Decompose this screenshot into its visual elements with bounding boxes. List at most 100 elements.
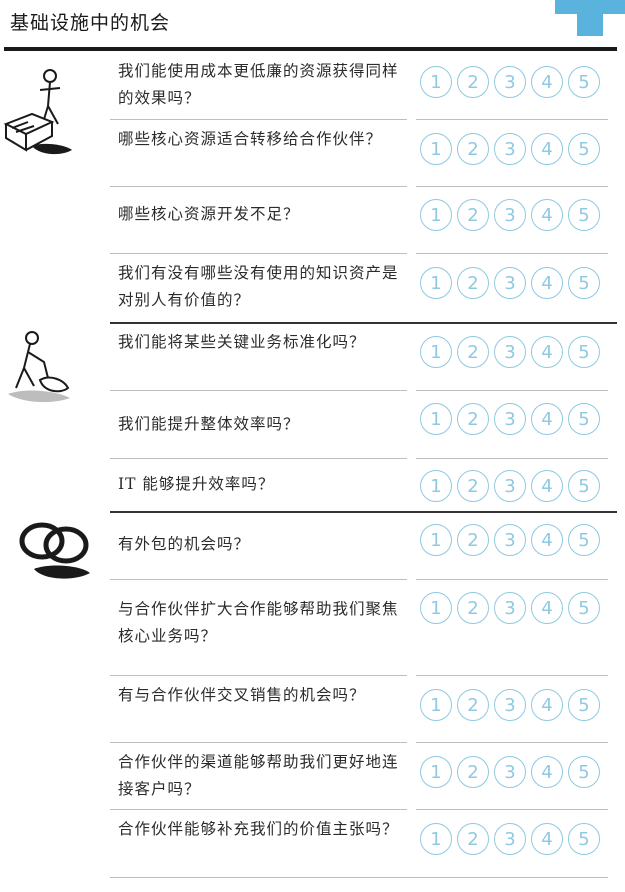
rating-option-5[interactable]: 5 [568,66,600,98]
rating-option-5[interactable]: 5 [568,336,600,368]
rating-option-1[interactable]: 1 [420,689,452,721]
row-divider [110,186,407,187]
rating-option-5[interactable]: 5 [568,267,600,299]
rating-option-3[interactable]: 3 [494,756,526,788]
question-text: 哪些核心资源适合转移给合作伙伴？ [118,130,383,148]
rating-option-2[interactable]: 2 [457,524,489,556]
question-text: 我们有没有哪些没有使用的知识资产是对别人有价值的？ [118,264,399,309]
question-text: 合作伙伴的渠道能够帮助我们更好地连接客户吗？ [118,753,399,798]
row-divider [110,809,407,810]
rating-scale: 1 2 3 4 5 [420,66,610,98]
rating-option-3[interactable]: 3 [494,267,526,299]
row-divider [416,675,608,676]
rating-option-5[interactable]: 5 [568,199,600,231]
rating-option-1[interactable]: 1 [420,823,452,855]
rating-option-5[interactable]: 5 [568,592,600,624]
rating-option-4[interactable]: 4 [531,756,563,788]
rating-option-1[interactable]: 1 [420,403,452,435]
question-text: 与合作伙伴扩大合作能够帮助我们聚焦核心业务吗？ [118,600,399,645]
row-divider [110,742,407,743]
rating-scale: 1 2 3 4 5 [420,524,610,556]
rating-scale: 1 2 3 4 5 [420,470,610,502]
rating-scale: 1 2 3 4 5 [420,823,610,855]
section-divider [110,322,617,324]
rating-option-4[interactable]: 4 [531,133,563,165]
rating-option-3[interactable]: 3 [494,66,526,98]
rating-option-5[interactable]: 5 [568,470,600,502]
rating-option-2[interactable]: 2 [457,756,489,788]
rating-option-1[interactable]: 1 [420,524,452,556]
question-text: 合作伙伴能够补充我们的价值主张吗？ [118,820,399,838]
row-divider [110,579,407,580]
rating-scale: 1 2 3 4 5 [420,133,610,165]
rating-option-1[interactable]: 1 [420,470,452,502]
question-text: 哪些核心资源开发不足？ [118,205,300,223]
rating-option-2[interactable]: 2 [457,823,489,855]
rating-option-3[interactable]: 3 [494,592,526,624]
rating-option-3[interactable]: 3 [494,689,526,721]
rating-option-3[interactable]: 3 [494,199,526,231]
rating-option-5[interactable]: 5 [568,524,600,556]
rating-option-5[interactable]: 5 [568,689,600,721]
rating-option-3[interactable]: 3 [494,133,526,165]
rating-option-2[interactable]: 2 [457,592,489,624]
rating-option-4[interactable]: 4 [531,267,563,299]
rating-option-2[interactable]: 2 [457,133,489,165]
rating-option-5[interactable]: 5 [568,133,600,165]
rating-option-4[interactable]: 4 [531,403,563,435]
rating-option-4[interactable]: 4 [531,823,563,855]
row-divider [110,119,407,120]
rating-option-4[interactable]: 4 [531,524,563,556]
rating-option-2[interactable]: 2 [457,689,489,721]
row-divider [416,253,608,254]
rating-option-2[interactable]: 2 [457,199,489,231]
row-divider [110,253,407,254]
question-text: 我们能提升整体效率吗？ [118,415,300,433]
question-text: 我们能使用成本更低廉的资源获得同样的效果吗？ [118,62,399,107]
rating-option-1[interactable]: 1 [420,756,452,788]
rating-option-5[interactable]: 5 [568,403,600,435]
row-divider [110,458,407,459]
rating-option-3[interactable]: 3 [494,470,526,502]
rating-option-5[interactable]: 5 [568,756,600,788]
rating-scale: 1 2 3 4 5 [420,403,610,435]
rating-option-2[interactable]: 2 [457,470,489,502]
rating-option-4[interactable]: 4 [531,592,563,624]
section-divider [110,511,617,513]
rating-option-1[interactable]: 1 [420,199,452,231]
rating-option-1[interactable]: 1 [420,592,452,624]
rating-option-2[interactable]: 2 [457,336,489,368]
rating-option-4[interactable]: 4 [531,66,563,98]
rating-option-3[interactable]: 3 [494,823,526,855]
rating-option-2[interactable]: 2 [457,403,489,435]
row-divider [416,390,608,391]
page-title: 基础设施中的机会 [10,12,171,34]
row-divider [416,119,608,120]
row-divider [110,877,608,878]
rating-scale: 1 2 3 4 5 [420,592,610,624]
rating-option-4[interactable]: 4 [531,689,563,721]
rating-option-4[interactable]: 4 [531,470,563,502]
linked-rings-icon [19,522,90,579]
rating-option-3[interactable]: 3 [494,403,526,435]
row-divider [416,579,608,580]
rating-option-3[interactable]: 3 [494,524,526,556]
question-text: 有外包的机会吗？ [118,535,251,553]
rating-option-1[interactable]: 1 [420,267,452,299]
rating-scale: 1 2 3 4 5 [420,199,610,231]
rating-option-1[interactable]: 1 [420,133,452,165]
question-text: 我们能将某些关键业务标准化吗？ [118,333,366,351]
rating-option-3[interactable]: 3 [494,336,526,368]
rating-scale: 1 2 3 4 5 [420,689,610,721]
row-divider [416,186,608,187]
row-divider [110,675,407,676]
rating-option-2[interactable]: 2 [457,267,489,299]
rating-option-4[interactable]: 4 [531,336,563,368]
rating-scale: 1 2 3 4 5 [420,267,610,299]
rating-scale: 1 2 3 4 5 [420,756,610,788]
rating-option-5[interactable]: 5 [568,823,600,855]
rating-option-2[interactable]: 2 [457,66,489,98]
rating-option-1[interactable]: 1 [420,66,452,98]
rating-option-1[interactable]: 1 [420,336,452,368]
rating-option-4[interactable]: 4 [531,199,563,231]
